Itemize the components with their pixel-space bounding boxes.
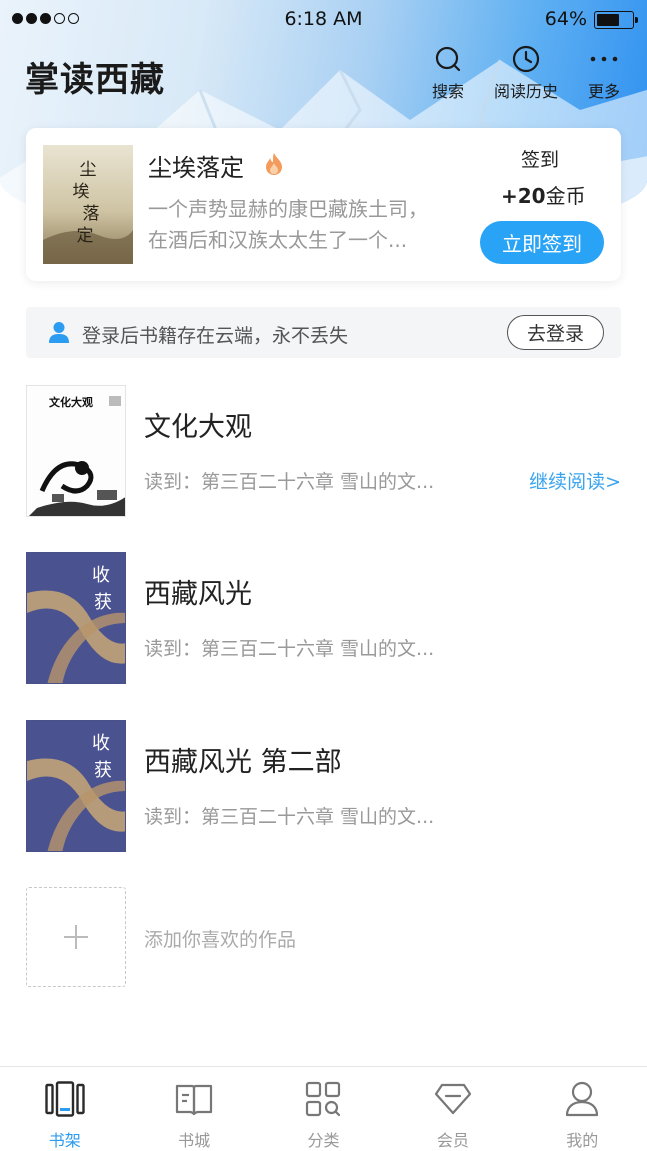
svg-text:尘: 尘 — [80, 160, 97, 180]
plus-icon — [64, 925, 88, 949]
description-line-2: 在酒后和汉族太太生了一个... — [148, 228, 408, 252]
book-title: 西藏风光 — [144, 579, 252, 610]
svg-text:文化大观: 文化大观 — [49, 395, 93, 409]
diamond-icon — [434, 1083, 471, 1115]
search-label: 搜索 — [431, 82, 464, 101]
book-cover-image: 文化大观 — [27, 386, 125, 516]
reading-history-label: 阅读历史 — [493, 82, 558, 101]
svg-text:落: 落 — [83, 204, 100, 224]
svg-text:定: 定 — [77, 226, 94, 246]
battery-percentage: 64% — [544, 8, 587, 30]
search-icon — [435, 46, 461, 72]
search-button[interactable]: 搜索 — [428, 44, 468, 102]
tab-label: 书架 — [48, 1131, 81, 1150]
description-line-1: 一个声势显赫的康巴藏族土司， — [148, 197, 428, 221]
more-button[interactable]: 更多 — [584, 44, 624, 102]
tab-membership[interactable]: 会员 — [388, 1067, 517, 1151]
app-title: 掌读西藏 — [25, 60, 165, 100]
more-label: 更多 — [587, 82, 620, 101]
tab-profile[interactable]: 我的 — [518, 1067, 647, 1151]
login-banner: 登录后书籍存在云端，永不丢失 去登录 — [26, 307, 621, 358]
svg-text:获: 获 — [94, 760, 112, 781]
svg-text:获: 获 — [94, 592, 112, 613]
bottom-tab-bar: 书架 书城 分类 会员 我的 — [0, 1066, 647, 1151]
featured-cover-image: 尘 埃 落 定 — [43, 145, 133, 264]
tab-label: 会员 — [436, 1131, 469, 1150]
svg-text:埃: 埃 — [73, 182, 90, 202]
checkin-label: 签到 — [521, 149, 560, 171]
profile-icon — [566, 1081, 599, 1117]
book-cover[interactable]: 文化大观 — [26, 385, 126, 517]
tab-label: 分类 — [307, 1131, 340, 1150]
book-cover-image: 收 获 — [27, 553, 125, 683]
reading-progress: 读到：第三百二十六章 雪山的文... — [144, 638, 435, 660]
book-cover[interactable]: 收 获 — [26, 720, 126, 852]
category-icon — [306, 1081, 341, 1117]
featured-checkin-card: 尘 埃 落 定 尘埃落定 一个声势显赫的康巴藏族土司， 在酒后和汉族太太生了一个… — [26, 128, 621, 281]
checkin-button[interactable]: 立即签到 — [480, 221, 604, 264]
login-button[interactable]: 去登录 — [507, 315, 604, 350]
book-cover-image: 收 获 — [27, 721, 125, 851]
book-item[interactable]: 收 获 西藏风光 第二部 读到：第三百二十六章 雪山的文... — [26, 720, 621, 854]
tab-bookshelf[interactable]: 书架 — [0, 1067, 129, 1151]
reward-amount: +20 — [501, 184, 546, 208]
tab-label: 书城 — [178, 1131, 211, 1150]
featured-book-description: 一个声势显赫的康巴藏族土司， 在酒后和汉族太太生了一个... — [148, 194, 458, 256]
book-item[interactable]: 收 获 西藏风光 读到：第三百二十六章 雪山的文... — [26, 552, 621, 686]
tab-category[interactable]: 分类 — [259, 1067, 388, 1151]
fire-icon — [266, 153, 282, 175]
tab-label: 我的 — [566, 1131, 599, 1150]
tab-book-store[interactable]: 书城 — [129, 1067, 258, 1151]
featured-book-cover[interactable]: 尘 埃 落 定 — [43, 145, 133, 264]
book-store-icon — [175, 1084, 213, 1116]
book-cover[interactable]: 收 获 — [26, 552, 126, 684]
continue-reading-link[interactable]: 继续阅读> — [529, 467, 621, 494]
svg-text:收: 收 — [92, 565, 110, 586]
checkin-reward: +20金币 — [501, 180, 586, 209]
reading-progress: 读到：第三百二十六章 雪山的文... — [144, 806, 435, 828]
add-book-label: 添加你喜欢的作品 — [144, 929, 297, 951]
book-item[interactable]: 文化大观 文化大观 读到：第三百二十六章 雪山的文... 继续阅读> — [26, 385, 621, 519]
more-icon — [590, 56, 618, 62]
reading-progress: 读到：第三百二十六章 雪山的文... — [144, 471, 435, 493]
user-icon — [49, 322, 69, 343]
clock-icon — [512, 45, 540, 73]
battery-icon — [594, 11, 638, 29]
book-title: 文化大观 — [144, 412, 252, 443]
svg-text:收: 收 — [92, 733, 110, 754]
add-book-button[interactable] — [26, 887, 126, 987]
featured-book-title[interactable]: 尘埃落定 — [148, 148, 244, 183]
bookshelf-icon — [44, 1081, 85, 1117]
book-title: 西藏风光 第二部 — [144, 747, 342, 778]
login-message: 登录后书籍存在云端，永不丢失 — [82, 325, 349, 347]
status-bar: 6:18 AM 64% — [0, 0, 647, 40]
reading-history-button[interactable]: 阅读历史 — [490, 44, 562, 102]
reward-unit: 金币 — [545, 184, 586, 208]
